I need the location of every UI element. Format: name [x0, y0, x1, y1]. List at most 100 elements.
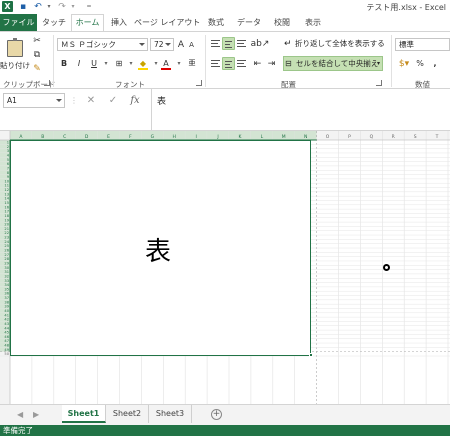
- underline-dropdown-icon[interactable]: ▾: [100, 57, 112, 70]
- align-bottom-icon[interactable]: [235, 37, 248, 50]
- enter-icon[interactable]: ✓: [106, 93, 120, 108]
- formula-input[interactable]: 表: [151, 89, 450, 131]
- merge-center-label: セルを結合して中央揃え: [296, 59, 379, 68]
- tab-data[interactable]: データ: [233, 14, 265, 31]
- merge-cells-icon: ⊟: [285, 59, 292, 68]
- group-divider: [391, 35, 392, 87]
- align-right-icon[interactable]: [235, 57, 248, 70]
- chevron-down-icon: [56, 99, 62, 102]
- redo-dropdown-icon[interactable]: ▾: [68, 2, 78, 12]
- font-size-value: 72: [154, 40, 164, 49]
- scroll-left-icon[interactable]: ◀: [17, 410, 23, 419]
- row-header-50[interactable]: 50: [4, 352, 9, 356]
- insert-function-icon[interactable]: fx: [126, 93, 144, 108]
- column-header-t[interactable]: T: [435, 134, 439, 140]
- grow-font-button[interactable]: A: [176, 38, 186, 51]
- comma-button[interactable]: ,: [430, 57, 440, 70]
- redo-icon[interactable]: ↷: [57, 2, 67, 12]
- font-color-swatch: [161, 68, 171, 70]
- alignment-launcher-icon[interactable]: [376, 80, 382, 86]
- status-text: 準備完了: [3, 426, 33, 435]
- paste-button[interactable]: 貼り付け: [0, 36, 30, 74]
- name-box[interactable]: A1: [3, 93, 65, 108]
- font-color-dropdown-icon[interactable]: ▾: [173, 57, 185, 70]
- number-format-select[interactable]: 標準: [395, 38, 450, 51]
- tab-formulas[interactable]: 数式: [202, 14, 230, 31]
- bold-button[interactable]: B: [58, 57, 70, 70]
- add-sheet-icon[interactable]: +: [211, 409, 222, 420]
- italic-button[interactable]: I: [73, 57, 85, 70]
- chevron-down-icon: [139, 43, 145, 46]
- formula-bar: A1 ⋮ ✕ ✓ fx 表: [0, 89, 450, 131]
- font-size-select[interactable]: 72: [150, 38, 174, 51]
- number-format-value: 標準: [399, 40, 414, 49]
- merge-center-button[interactable]: ⊟ セルを結合して中央揃え ▾: [283, 56, 383, 71]
- clipboard-icon: [7, 37, 23, 57]
- shrink-font-button[interactable]: A: [187, 39, 196, 51]
- fill-color-swatch: [138, 68, 148, 70]
- tab-review[interactable]: 校閲: [268, 14, 296, 31]
- ribbon-tabs: ファイル タッチ ホーム 挿入 ページ レイアウト 数式 データ 校閲 表示: [0, 14, 450, 31]
- mouse-cursor-icon: [383, 264, 390, 271]
- phonetic-button[interactable]: 亜: [186, 57, 198, 70]
- borders-dropdown-icon[interactable]: ▾: [125, 57, 137, 70]
- increase-indent-icon[interactable]: ⇥: [265, 57, 278, 70]
- status-bar: 準備完了: [0, 425, 450, 436]
- font-name-value: ＭＳ Ｐゴシック: [61, 40, 116, 49]
- copy-icon[interactable]: ⧉: [31, 49, 43, 61]
- save-icon[interactable]: ▪: [18, 2, 28, 12]
- tab-file[interactable]: ファイル: [0, 14, 37, 31]
- column-header-o[interactable]: O: [326, 134, 330, 140]
- cut-icon[interactable]: ✂: [31, 35, 43, 47]
- percent-button[interactable]: %: [415, 57, 425, 70]
- sheet-tab-3[interactable]: Sheet3: [149, 405, 192, 423]
- column-header-q[interactable]: Q: [370, 134, 374, 140]
- align-top-icon[interactable]: [209, 37, 222, 50]
- paste-label: 貼り付け: [0, 60, 30, 70]
- currency-icon[interactable]: $▾: [396, 57, 412, 70]
- worksheet-grid[interactable]: A B C D E F G H I J K L M N O P Q R S T 1 2 3 4 5 6 7 8 9 10 11 12 13 14 1…: [0, 131, 450, 404]
- undo-icon[interactable]: ↶: [33, 2, 43, 12]
- cancel-icon[interactable]: ✕: [84, 93, 98, 108]
- format-painter-icon[interactable]: ✎: [31, 63, 43, 75]
- sheet-tab-1[interactable]: Sheet1: [62, 405, 106, 423]
- borders-icon[interactable]: ⊞: [113, 57, 125, 70]
- align-center-icon[interactable]: [222, 57, 235, 70]
- merge-dropdown-icon: ▾: [376, 60, 380, 67]
- formula-bar-handle-icon[interactable]: ⋮: [70, 93, 78, 108]
- window-title: テスト用.xlsx - Excel: [366, 3, 446, 12]
- column-header-r[interactable]: R: [392, 134, 395, 140]
- tab-insert[interactable]: 挿入: [106, 14, 132, 31]
- tab-view[interactable]: 表示: [299, 14, 327, 31]
- column-header-p[interactable]: P: [348, 134, 351, 140]
- excel-logo-icon: X: [2, 1, 13, 12]
- ribbon-home: 貼り付け ✂ ⧉ ✎ クリップボード ＭＳ Ｐゴシック 72 A A B I U…: [0, 31, 450, 89]
- title-bar: X ▪ ↶ ▾ ↷ ▾ = テスト用.xlsx - Excel: [0, 0, 450, 14]
- tab-touch[interactable]: タッチ: [39, 14, 69, 31]
- sheet-tabs-bar: ◀ ▶ Sheet1 Sheet2 Sheet3 +: [0, 404, 450, 425]
- align-middle-icon[interactable]: [222, 37, 235, 50]
- decrease-indent-icon[interactable]: ⇤: [251, 57, 264, 70]
- merged-cell-text: 表: [145, 237, 172, 267]
- font-name-select[interactable]: ＭＳ Ｐゴシック: [57, 38, 148, 51]
- tab-home[interactable]: ホーム: [71, 14, 104, 31]
- underline-button[interactable]: U: [88, 57, 100, 70]
- group-divider: [205, 35, 206, 87]
- undo-dropdown-icon[interactable]: ▾: [44, 2, 54, 12]
- customize-qat-icon[interactable]: =: [84, 2, 94, 12]
- align-left-icon[interactable]: [209, 57, 222, 70]
- font-launcher-icon[interactable]: [196, 80, 202, 86]
- wrap-text-label: 折り返して全体を表示する: [295, 39, 385, 48]
- name-box-value: A1: [7, 96, 17, 105]
- scroll-right-icon[interactable]: ▶: [33, 410, 39, 419]
- column-header-s[interactable]: S: [414, 134, 417, 140]
- tab-page-layout[interactable]: ページ レイアウト: [134, 14, 200, 31]
- group-divider: [53, 35, 54, 87]
- chevron-down-icon: [165, 43, 171, 46]
- clipboard-launcher-icon[interactable]: [44, 80, 50, 86]
- wrap-text-button[interactable]: ↵ 折り返して全体を表示する: [283, 37, 385, 51]
- fill-handle[interactable]: [309, 353, 313, 357]
- sheet-tab-2[interactable]: Sheet2: [106, 405, 149, 423]
- orientation-icon[interactable]: ab↗: [251, 37, 270, 50]
- wrap-text-icon: ↵: [284, 39, 292, 49]
